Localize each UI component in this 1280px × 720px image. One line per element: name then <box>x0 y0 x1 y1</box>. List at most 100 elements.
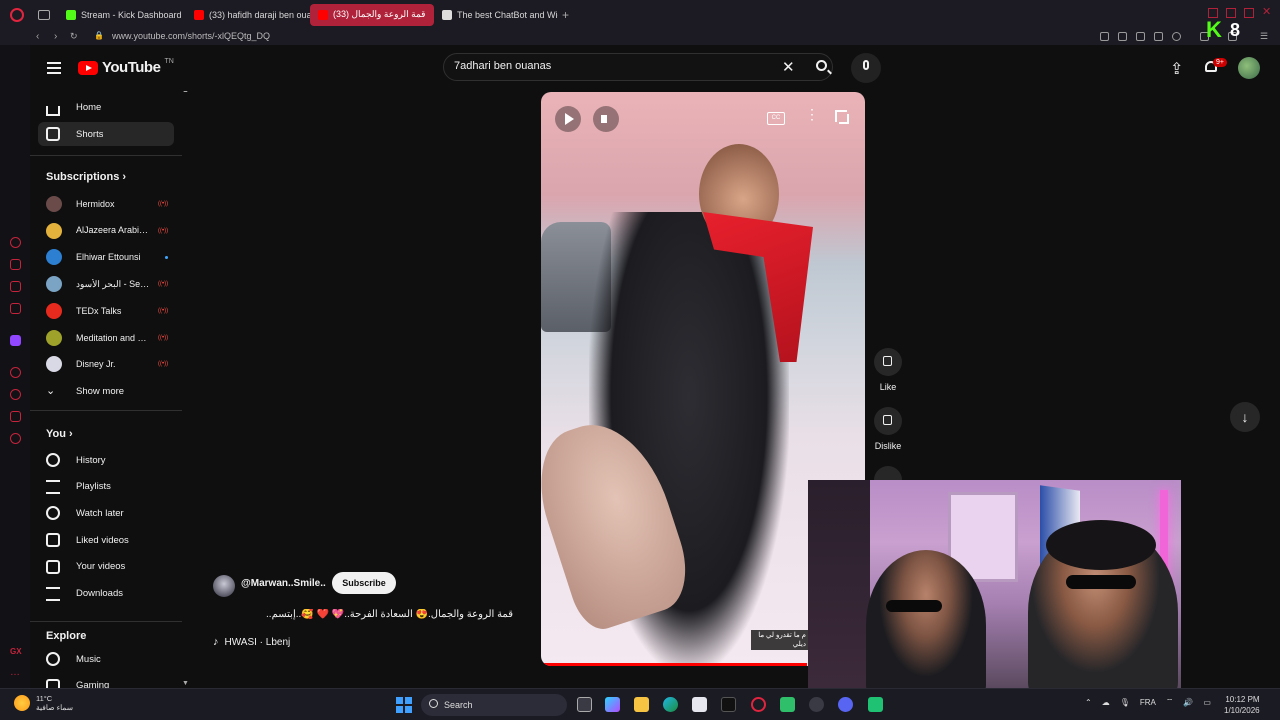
music-attribution[interactable]: ♪ HWASI · Lbenj <box>213 636 290 648</box>
player-icon[interactable] <box>1154 32 1163 41</box>
subscription-item[interactable]: Meditation and Healing ((•)) <box>38 326 174 350</box>
forward-icon[interactable]: › <box>54 31 57 42</box>
start-button[interactable] <box>396 697 412 713</box>
sidebar-gx-icon[interactable]: GX <box>10 647 22 658</box>
snapshot-icon[interactable] <box>1136 32 1145 41</box>
subscriptions-heading[interactable]: Subscriptions › <box>46 171 126 183</box>
obs-icon[interactable] <box>809 697 824 712</box>
weather-widget[interactable]: 11°C سماء صافية <box>14 694 73 712</box>
voice-search-button[interactable] <box>851 53 881 83</box>
subscription-item[interactable]: Hermidox ((•)) <box>38 192 174 216</box>
taskbar-search[interactable]: Search <box>421 694 567 716</box>
next-short-button[interactable]: ↓ <box>1230 402 1260 432</box>
sidebar-item-gaming[interactable]: Gaming <box>38 674 174 688</box>
workspaces-icon[interactable] <box>38 9 50 20</box>
fullscreen-icon[interactable] <box>835 110 849 124</box>
bookmark-icon[interactable] <box>1118 32 1127 41</box>
discord-icon[interactable] <box>838 697 853 712</box>
mic-tray-icon[interactable]: 🎙 <box>1120 698 1130 707</box>
sidebar-item-label: Downloads <box>76 588 123 599</box>
sidebar-more-icon[interactable]: … <box>10 667 21 678</box>
task-view-icon[interactable] <box>577 697 592 712</box>
sidebar-twitch-icon[interactable] <box>10 335 21 346</box>
search-button[interactable] <box>802 53 840 81</box>
sidebar-item-label: Watch later <box>76 507 124 519</box>
sidebar-item-watch-later[interactable]: Watch later <box>38 501 174 525</box>
sidebar-messenger-icon[interactable] <box>10 259 21 270</box>
create-upload-icon[interactable]: ⇪ <box>1170 59 1183 79</box>
channel-name[interactable]: @Marwan..Smile.. <box>241 578 326 589</box>
hamburger-menu-icon[interactable] <box>47 62 61 77</box>
edge-icon[interactable] <box>663 697 678 712</box>
volume-icon[interactable]: 🔊 <box>1183 698 1193 707</box>
sidebar-settings-icon[interactable] <box>10 433 21 444</box>
subscription-item[interactable]: AlJazeera Arabic قناة الجزيرة ((•)) <box>38 219 174 243</box>
clear-search-icon[interactable]: ✕ <box>782 58 795 76</box>
sidebar-item-shorts[interactable]: Shorts <box>38 122 174 146</box>
onedrive-icon[interactable]: ☁ <box>1102 698 1110 707</box>
heart-icon[interactable] <box>1172 32 1181 41</box>
like-button[interactable]: Like <box>868 348 908 392</box>
browser-tab-bar: Stream - Kick Dashboard (33) hafidh daraj… <box>0 0 1280 29</box>
new-tab-button[interactable]: + <box>562 8 569 22</box>
pin-icon[interactable] <box>1100 32 1109 41</box>
sidebar-item-downloads[interactable]: Downloads <box>38 582 174 606</box>
sidebar-item-history[interactable]: History <box>38 448 174 472</box>
scroll-up-arrow-icon[interactable]: ▲ <box>182 91 189 94</box>
volume-button[interactable] <box>593 106 619 132</box>
video-progress-bar[interactable] <box>541 663 807 666</box>
copilot-icon[interactable] <box>605 697 620 712</box>
more-options-icon[interactable]: ⋮ <box>805 107 819 121</box>
sidebar-instagram-icon[interactable] <box>10 281 21 292</box>
opera-logo-icon[interactable] <box>10 7 24 22</box>
subscribe-button[interactable]: Subscribe <box>332 572 396 594</box>
file-explorer-icon[interactable] <box>634 697 649 712</box>
tab-favicon-icon <box>66 9 76 20</box>
sidebar-chat-icon[interactable] <box>10 237 21 248</box>
back-icon[interactable]: ‹ <box>36 31 39 42</box>
sidebar-history-icon[interactable] <box>10 389 21 400</box>
subscription-item[interactable]: TEDx Talks ((•)) <box>38 299 174 323</box>
account-avatar[interactable] <box>1238 57 1260 79</box>
scroll-down-arrow-icon[interactable]: ▼ <box>182 680 189 687</box>
battery-icon[interactable]: ▭ <box>1203 698 1211 707</box>
subscription-item[interactable]: Elhiwar Ettounsi <box>38 245 174 269</box>
subscription-item[interactable]: Disney Jr. ((•)) <box>38 352 174 376</box>
store-icon[interactable] <box>692 697 707 712</box>
sidebar-item-home[interactable]: Home <box>38 95 174 119</box>
browser-tab[interactable]: (33) hafidh daraji ben ouanas <box>186 4 310 26</box>
sidebar-player-icon[interactable] <box>10 367 21 378</box>
search-input[interactable] <box>454 60 774 72</box>
kick-taskbar-icon[interactable] <box>868 697 883 712</box>
sidebar-x-icon[interactable] <box>10 303 21 314</box>
you-heading[interactable]: You › <box>46 428 73 440</box>
browser-tab[interactable]: The best ChatBot and Widgets <box>434 4 558 26</box>
opera-gx-taskbar-icon[interactable] <box>751 697 766 712</box>
maximize-icon[interactable] <box>1226 8 1236 18</box>
youtube-logo[interactable]: YouTube TN <box>78 58 174 76</box>
language-indicator[interactable]: FRA <box>1140 698 1156 707</box>
restore-icon[interactable] <box>1244 8 1254 18</box>
dislike-button[interactable]: Dislike <box>868 407 908 451</box>
browser-tab[interactable]: Stream - Kick Dashboard <box>58 4 186 26</box>
captions-button[interactable]: CC <box>767 112 785 125</box>
sidebar-extensions-icon[interactable] <box>10 411 21 422</box>
wifi-icon[interactable]: ⌔ <box>1166 697 1174 707</box>
sidebar-item-music[interactable]: Music <box>38 647 174 671</box>
play-button[interactable] <box>555 106 581 132</box>
subscription-item[interactable]: البحر الأسود - Sen A... ((•)) <box>38 272 174 296</box>
show-more-button[interactable]: ⌄ Show more <box>38 379 174 403</box>
browser-tab[interactable]: (33) قمة الروعة والجمال <box>310 3 434 26</box>
sidebar-item-liked-videos[interactable]: Liked videos <box>38 528 174 552</box>
reload-icon[interactable]: ↻ <box>70 31 78 42</box>
url-field[interactable]: www.youtube.com/shorts/-xlQEQtg_DQ <box>112 31 270 41</box>
menu-icon[interactable]: ☰ <box>1260 32 1269 41</box>
notion-icon[interactable] <box>721 697 736 712</box>
channel-avatar[interactable] <box>213 575 235 597</box>
notepad-icon[interactable] <box>780 697 795 712</box>
sidebar-item-your-videos[interactable]: Your videos <box>38 555 174 579</box>
clock[interactable]: 10:12 PM 1/10/2026 <box>1224 694 1260 716</box>
sidebar-item-playlists[interactable]: Playlists <box>38 475 174 499</box>
tray-chevron-icon[interactable]: ⌃ <box>1085 698 1092 707</box>
close-window-icon[interactable]: ✕ <box>1262 7 1272 18</box>
